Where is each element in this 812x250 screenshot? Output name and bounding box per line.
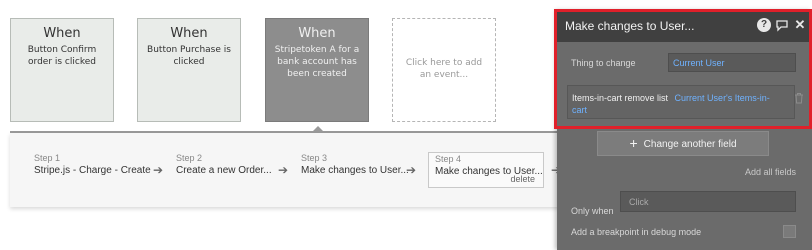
field-change-line: Items-in-cart remove list Current User's…: [572, 93, 770, 103]
arrow-right-icon: ➔: [278, 163, 289, 177]
change-another-field-button[interactable]: + Change another field: [597, 131, 769, 156]
step-number: Step 3: [301, 153, 328, 163]
breakpoint-checkbox[interactable]: [783, 225, 796, 238]
step-number: Step 4: [435, 154, 462, 164]
workflow-step-1[interactable]: Step 1 Stripe.js - Charge - Create: [34, 153, 151, 191]
breakpoint-label: Add a breakpoint in debug mode: [571, 227, 702, 237]
field-change-row[interactable]: Items-in-cart remove list Current User's…: [567, 85, 795, 119]
active-event-pointer: [312, 126, 324, 132]
step-name: Stripe.js - Charge - Create: [34, 165, 151, 176]
step-number: Step 1: [34, 153, 61, 163]
event-description: Button Confirm order is clicked: [27, 45, 97, 67]
event-card-purchase[interactable]: When Button Purchase is clicked: [137, 18, 241, 122]
event-description: Stripetoken A for a bank account has bee…: [274, 45, 360, 79]
thing-to-change-label: Thing to change: [571, 58, 636, 68]
delete-step-link[interactable]: delete: [510, 174, 535, 184]
thing-to-change-value: Current User: [673, 58, 725, 68]
event-card-confirm-order[interactable]: When Button Confirm order is clicked: [10, 18, 114, 122]
add-all-fields-link[interactable]: Add all fields: [745, 167, 796, 177]
event-when-label: When: [170, 26, 208, 41]
add-event-label: Click here to add an event...: [405, 58, 483, 80]
arrow-right-icon: ➔: [153, 163, 164, 177]
step-name: Make changes to User...: [301, 165, 409, 176]
workflow-steps-bar: Step 1 Stripe.js - Charge - Create ➔ Ste…: [10, 133, 610, 207]
thing-to-change-dropdown[interactable]: Current User: [668, 53, 796, 72]
comment-icon[interactable]: [775, 18, 789, 32]
step-number: Step 2: [176, 153, 203, 163]
action-property-panel: Make changes to User... ? ✕ Thing to cha…: [557, 10, 812, 250]
close-icon[interactable]: ✕: [793, 18, 807, 32]
only-when-input[interactable]: Click: [620, 191, 796, 212]
arrow-right-icon: ➔: [406, 163, 417, 177]
event-when-label: When: [43, 26, 81, 41]
field-value[interactable]: Current User's Items-in-: [675, 93, 770, 103]
trash-icon[interactable]: [794, 92, 804, 104]
plus-icon: +: [629, 135, 638, 151]
panel-title: Make changes to User...: [565, 19, 695, 33]
field-name: Items-in-cart remove list: [572, 93, 669, 103]
only-when-placeholder: Click: [629, 197, 649, 207]
event-card-stripetoken[interactable]: When Stripetoken A for a bank account ha…: [265, 18, 369, 122]
help-icon[interactable]: ?: [757, 18, 771, 32]
event-when-label: When: [298, 26, 336, 41]
field-value-continued[interactable]: cart: [572, 105, 587, 115]
add-event-card[interactable]: Click here to add an event...: [392, 18, 496, 122]
step-name: Create a new Order...: [176, 165, 272, 176]
workflow-step-3[interactable]: Step 3 Make changes to User...: [301, 153, 409, 191]
event-description: Button Purchase is clicked: [147, 45, 231, 67]
change-another-field-label: Change another field: [643, 139, 737, 150]
workflow-step-2[interactable]: Step 2 Create a new Order...: [176, 153, 272, 191]
only-when-label: Only when: [571, 206, 614, 216]
panel-header: Make changes to User... ? ✕: [557, 10, 812, 42]
workflow-step-4[interactable]: Step 4 Make changes to User... delete: [428, 152, 544, 188]
